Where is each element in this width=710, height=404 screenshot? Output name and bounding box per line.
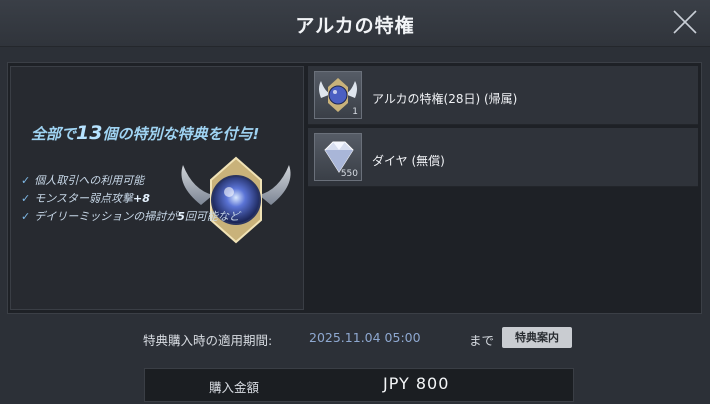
close-icon[interactable] <box>670 7 700 37</box>
item-quantity: 550 <box>340 169 358 179</box>
benefit-highlight: +8 <box>133 192 150 205</box>
item-quantity: 1 <box>352 107 358 117</box>
diamond-icon: 550 <box>314 133 362 181</box>
benefit-text: モンスター弱点攻撃 <box>34 192 133 205</box>
benefit-highlight: 5 <box>177 210 185 223</box>
check-icon: ✓ <box>21 192 31 205</box>
price-label: 購入金額 <box>209 380 260 395</box>
item-name: アルカの特権(28日) (帰属) <box>372 92 518 106</box>
benefit-list: ✓ 個人取引への利用可能 ✓ モンスター弱点攻撃+8 ✓ デイリーミッションの掃討が5… <box>21 172 240 226</box>
dialog-title: アルカの特権 <box>295 15 415 37</box>
headline-count: 13 <box>76 122 103 144</box>
item-name: ダイヤ (無償) <box>372 154 445 168</box>
arca-privilege-icon: 1 <box>314 71 362 119</box>
benefit-text: デイリーミッションの掃討が <box>34 210 178 223</box>
item-list: 1 アルカの特権(28日) (帰属) 550 ダイヤ (無償) <box>308 66 698 310</box>
list-item[interactable]: 1 アルカの特権(28日) (帰属) <box>308 66 698 125</box>
period-label: 特典購入時の適用期間: <box>143 333 273 348</box>
benefit-item: ✓ モンスター弱点攻撃+8 <box>21 190 240 208</box>
dialog-header: アルカの特権 <box>0 0 710 47</box>
promo-headline: 全部で13個の特別な特典を付与! <box>31 122 301 144</box>
check-icon: ✓ <box>21 210 31 223</box>
benefit-item: ✓ デイリーミッションの掃討が5回可能など <box>21 208 240 226</box>
benefit-item: ✓ 個人取引への利用可能 <box>21 172 240 190</box>
purchase-price-bar[interactable]: 購入金額 JPY 800 <box>144 368 574 402</box>
promo-panel: 全部で13個の特別な特典を付与! ✓ 個人取引への利用可能 ✓ モンスター弱点攻撃+… <box>10 66 304 310</box>
benefit-guide-button[interactable]: 特典案内 <box>502 327 572 348</box>
headline-prefix: 全部で <box>31 125 77 143</box>
benefit-text: 個人取引への利用可能 <box>34 174 145 187</box>
list-item[interactable]: 550 ダイヤ (無償) <box>308 128 698 187</box>
period-date: 2025.11.04 05:00 <box>309 330 421 345</box>
period-suffix: まで <box>469 333 495 348</box>
benefit-tail: 回可能など <box>184 210 240 223</box>
price-value: JPY 800 <box>383 374 450 393</box>
check-icon: ✓ <box>21 174 31 187</box>
headline-suffix: 個の特別な特典を付与! <box>102 125 260 143</box>
